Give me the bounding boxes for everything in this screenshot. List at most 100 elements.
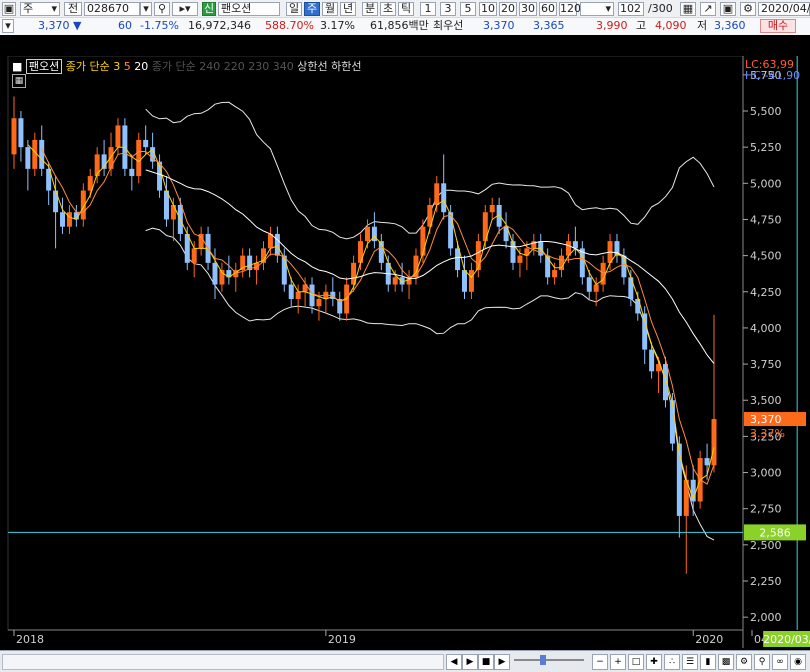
ask-label: 최우선 (433, 19, 464, 32)
save-icon[interactable]: ▣ (720, 2, 736, 16)
candle-down (628, 277, 634, 299)
code-dropdown-icon[interactable]: ▾ (140, 2, 152, 16)
volume: 16,972,346 (188, 19, 251, 32)
current-price-value: 3,370 (38, 19, 70, 32)
zoom-in-icon[interactable]: + (610, 654, 626, 670)
period-type-select[interactable]: 주 ▾ (20, 2, 60, 16)
y-axis: 5,7505,5005,2505,0004,7504,5004,2504,000… (742, 56, 782, 648)
stock-name-field[interactable]: 팬오션 (218, 2, 280, 16)
chart-canvas[interactable]: 5,7505,5005,2505,0004,7504,5004,2504,000… (0, 56, 810, 671)
interval-10-button[interactable]: 10 (479, 2, 497, 16)
scroll-left-icon[interactable]: ◀ (446, 654, 462, 670)
ruler-icon[interactable]: ☰ (682, 654, 698, 670)
y-tick-label: 4,250 (750, 286, 782, 299)
play-icon[interactable]: ▶ (462, 654, 478, 670)
stop-icon[interactable]: ■ (478, 654, 494, 670)
interval-30-button[interactable]: 30 (519, 2, 537, 16)
candle-down (274, 233, 280, 256)
speaker-icon[interactable]: ▸▾ (172, 2, 198, 16)
toggle-bars-icon[interactable]: ▦ (680, 2, 696, 16)
legend-upper-limit[interactable]: 상한선 (297, 60, 327, 73)
ask-price: 3,370 (483, 19, 515, 32)
trend-line-icon[interactable]: ↗ (700, 2, 716, 16)
y-tick-label: 4,750 (750, 213, 782, 226)
period-type-value: 주 (23, 2, 34, 15)
scroll-right-icon[interactable]: ▶ (494, 654, 510, 670)
candle-up (552, 270, 558, 278)
grid-toggle-icon[interactable]: ▦ (12, 74, 26, 88)
candle-down (649, 349, 655, 372)
link-icon[interactable]: ∞ (772, 654, 788, 670)
candle-up (358, 241, 364, 263)
pct-tag-label: 3.37% (750, 427, 785, 440)
candle-type-icon[interactable]: ▮ (700, 654, 716, 670)
low-price: 3,360 (714, 19, 746, 32)
chart-toolbar: ▣ 주 ▾ 전 028670 ▾ ⚲ ▸▾ 신 팬오션 일 주 월 년 분 초 틱… (0, 0, 810, 35)
zoom-slider[interactable] (514, 659, 584, 661)
period-year-button[interactable]: 년 (340, 2, 356, 16)
candle-down (669, 400, 675, 444)
chart-scrollbar[interactable]: ◀ ▶ ■ ▶ − + □ ✚ ∴ ☰ ▮ ▩ ⚙ ⚲ ∞ ◉ (0, 650, 810, 672)
interval-1-button[interactable]: 1 (420, 2, 436, 16)
crosshair-price-label: 2,586 (759, 526, 791, 539)
interval-60-button[interactable]: 60 (539, 2, 557, 16)
search-icon[interactable]: ⚲ (154, 2, 170, 16)
magnet-icon[interactable]: ∴ (664, 654, 680, 670)
candle-down (25, 147, 31, 169)
legend-volume-ma[interactable]: 종가 단순 240 220 230 340 (152, 60, 294, 73)
stock-code-input[interactable]: 028670 (84, 2, 140, 16)
candle-up (475, 241, 481, 271)
period-month-button[interactable]: 월 (322, 2, 338, 16)
zoom-slider-thumb[interactable] (540, 655, 546, 665)
y-tick-label: 2,250 (750, 575, 782, 588)
y-tick-label: 2,750 (750, 503, 782, 516)
zoom-out-icon[interactable]: − (592, 654, 608, 670)
period-day-button[interactable]: 일 (286, 2, 302, 16)
custom-interval-select[interactable]: ▾ (580, 2, 614, 16)
date-input[interactable]: 2020/04/ (758, 2, 810, 16)
settings-icon[interactable]: ⚙ (736, 654, 752, 670)
candle-down (662, 364, 668, 401)
quote-menu-icon[interactable]: ▾ (2, 19, 14, 33)
tick-button[interactable]: 틱 (398, 2, 414, 16)
fit-icon[interactable]: □ (628, 654, 644, 670)
open-price: 3,990 (596, 19, 628, 32)
interval-20-button[interactable]: 20 (499, 2, 517, 16)
candle-up (295, 291, 301, 299)
candle-up (420, 226, 426, 256)
legend-lower-limit[interactable]: 하한선 (331, 60, 361, 73)
legend-marker-icon: ■ (12, 60, 23, 73)
interval-5-button[interactable]: 5 (460, 2, 476, 16)
pin-icon[interactable]: ◉ (790, 654, 806, 670)
volume-icon[interactable]: ▩ (718, 654, 734, 670)
legend-stock-name[interactable]: 팬오션 (25, 59, 63, 74)
search-chart-icon[interactable]: ⚲ (754, 654, 770, 670)
trade-amount: 61,856백만 (370, 19, 429, 32)
interval-3-button[interactable]: 3 (440, 2, 456, 16)
scroll-track[interactable] (2, 654, 444, 670)
ma-5-line (41, 148, 715, 485)
legend-ma-20: 20 (134, 60, 149, 73)
bar-count-input[interactable]: 102 (618, 2, 644, 16)
gear-icon[interactable]: ⚙ (740, 2, 756, 16)
legend-price-label[interactable]: 종가 단순 (66, 60, 110, 73)
candle-down (129, 168, 135, 177)
y-tick-label: 4,000 (750, 322, 782, 335)
volume-ratio: 588.70% (265, 19, 314, 32)
legend-ma-5: 5 (123, 60, 131, 73)
candle-up (94, 154, 100, 177)
y-tick-label: 5,250 (750, 141, 782, 154)
low-label: 저 (697, 19, 708, 32)
crosshair-icon[interactable]: ✚ (646, 654, 662, 670)
interval-120-button[interactable]: 120 (559, 2, 581, 16)
candle-down (545, 255, 551, 278)
chart-area[interactable]: 5,750 5,500 5,250 5,000 4,750 4,500 4,250 4,000… (0, 56, 810, 671)
candle-up (108, 147, 114, 169)
period-week-button[interactable]: 주 (304, 2, 320, 16)
buy-button[interactable]: 매수 (760, 19, 796, 33)
y-tick-label: 3,500 (750, 394, 782, 407)
second-button[interactable]: 초 (380, 2, 396, 16)
minute-button[interactable]: 분 (362, 2, 378, 16)
prefix-button[interactable]: 전 (64, 2, 82, 16)
chart-window-icon[interactable]: ▣ (2, 2, 16, 16)
